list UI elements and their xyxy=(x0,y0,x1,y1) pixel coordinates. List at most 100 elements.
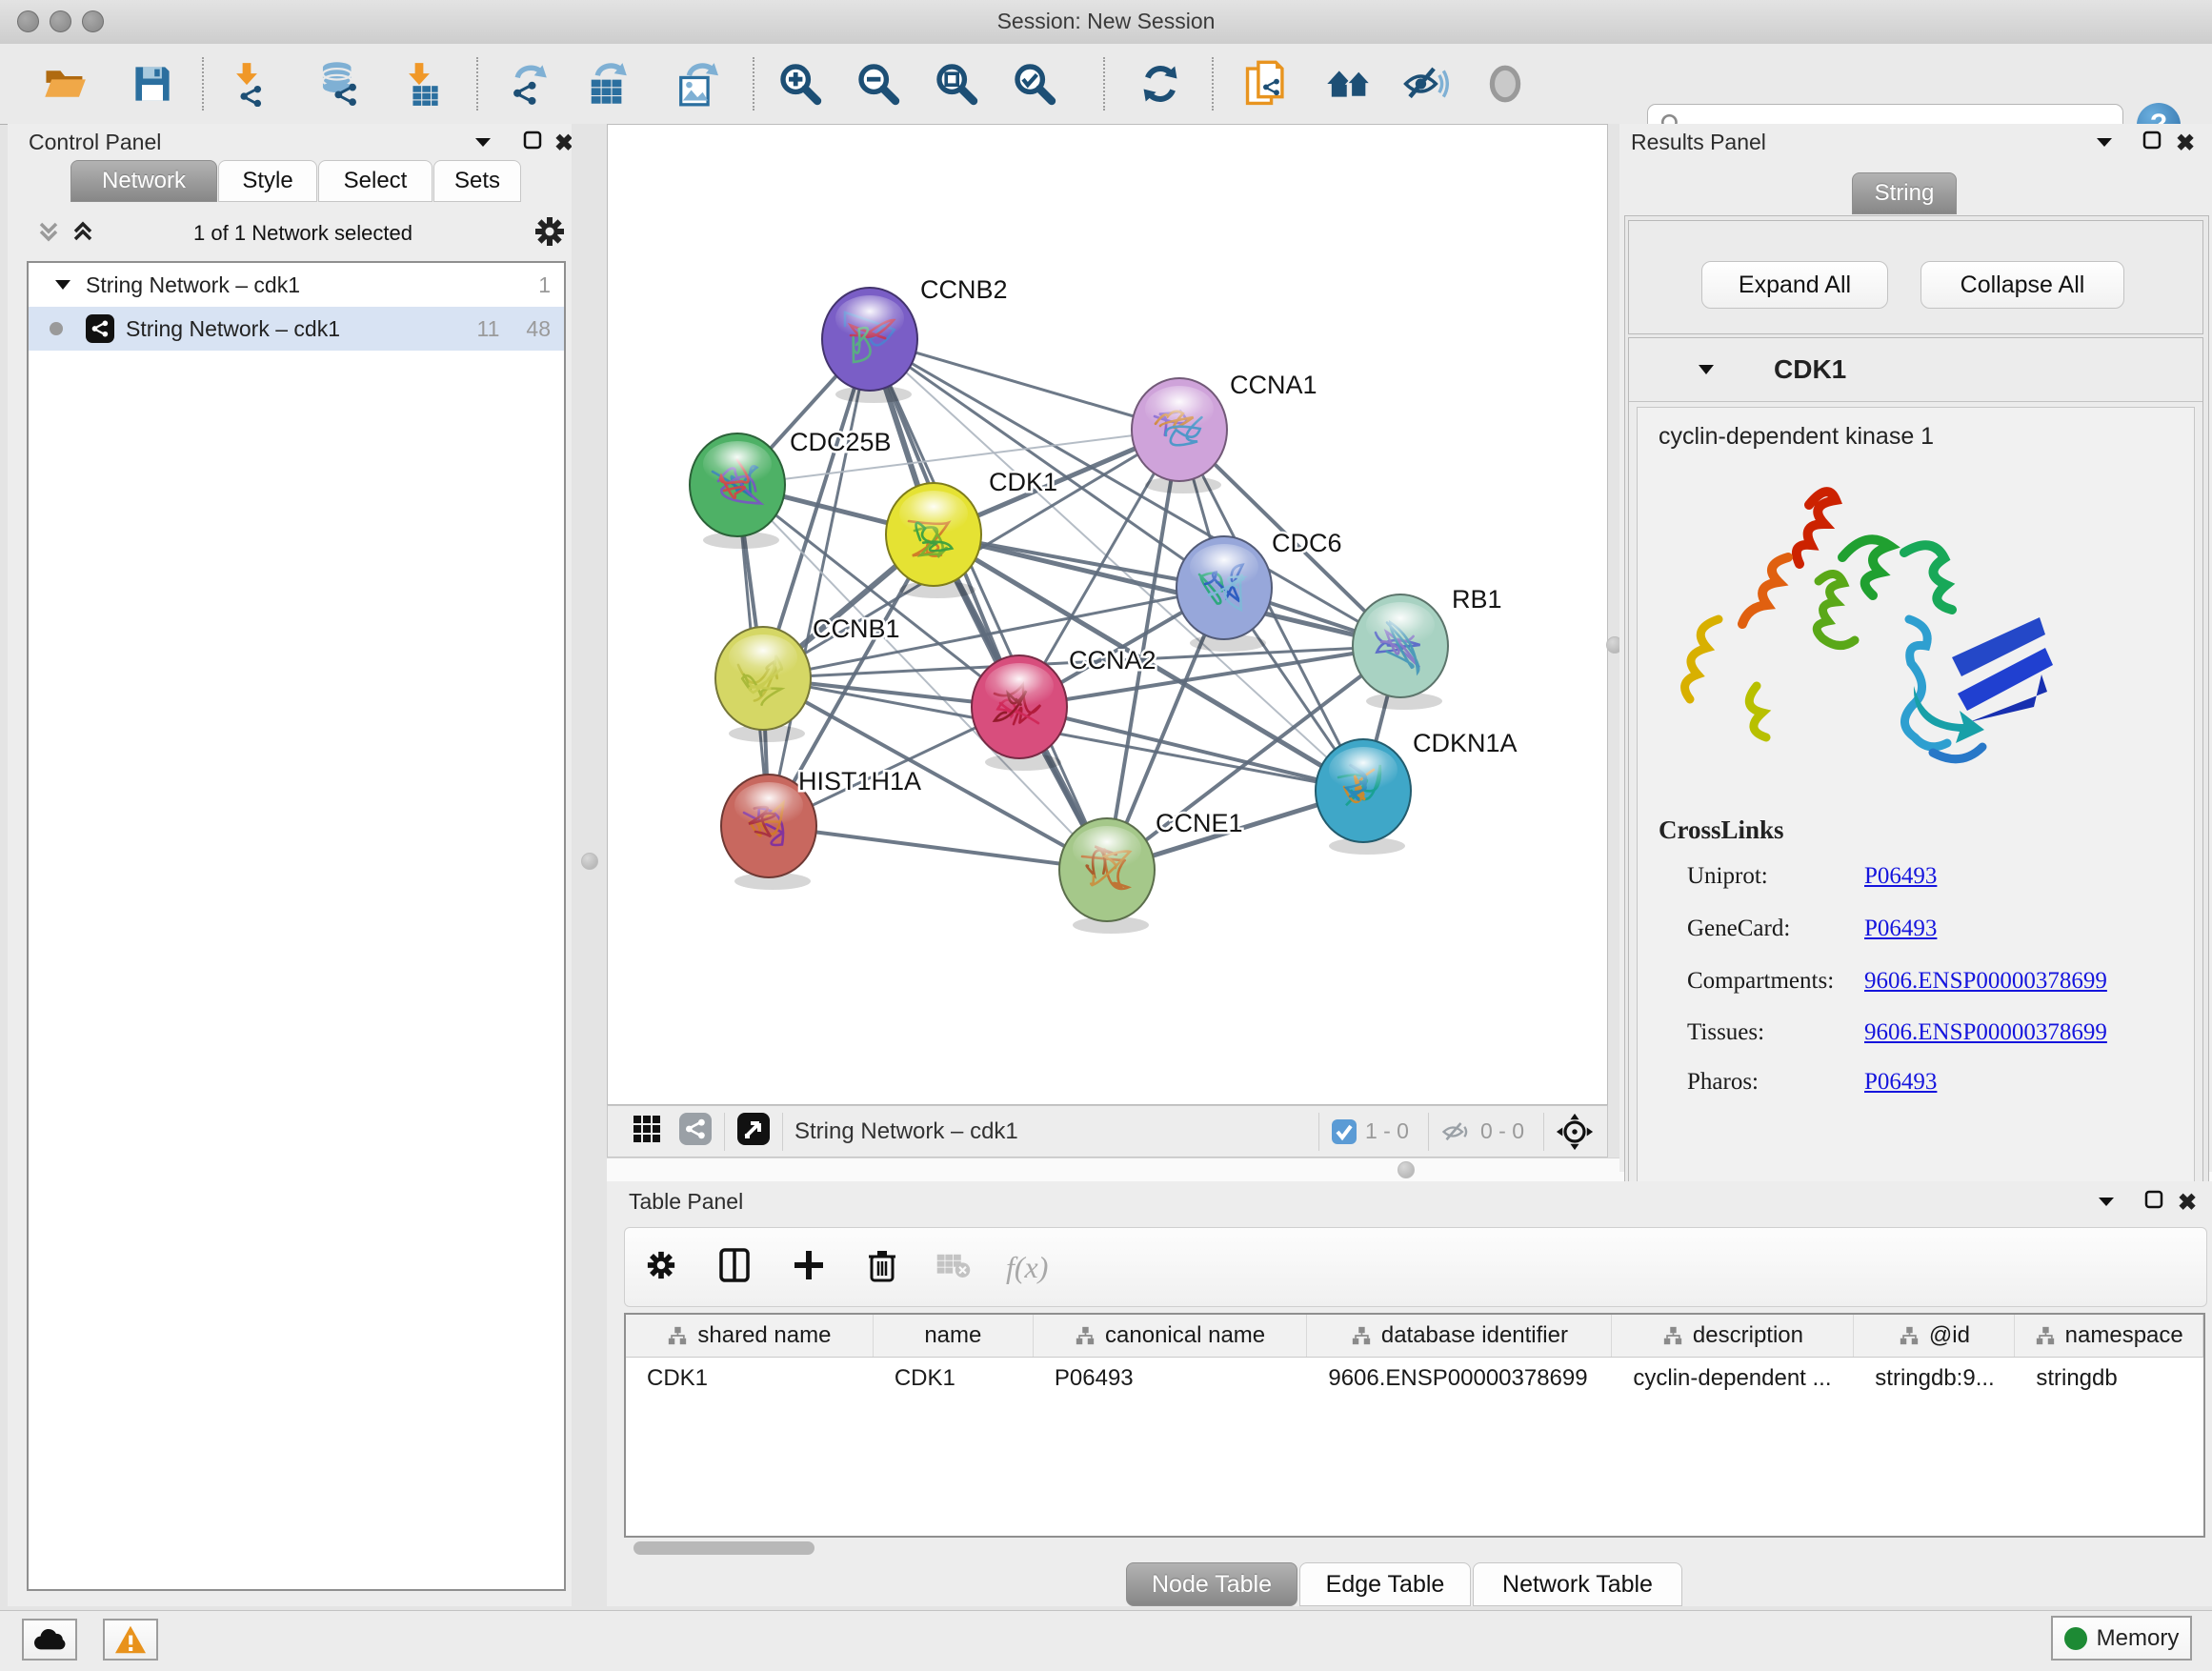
show-columns-button[interactable] xyxy=(718,1247,751,1288)
control-panel-undock-button[interactable] xyxy=(522,130,543,155)
network-node-CCNE1[interactable] xyxy=(1059,818,1155,934)
network-row-selected[interactable]: String Network – cdk1 11 48 xyxy=(29,307,564,351)
memory-button[interactable]: Memory xyxy=(2051,1616,2192,1661)
table-panel: Table Panel ✖ xyxy=(607,1181,2212,1606)
crosslink-compartments-link[interactable]: 9606.ENSP00000378699 xyxy=(1864,968,2107,995)
column-header-database-identifier[interactable]: database identifier xyxy=(1307,1315,1612,1357)
network-canvas[interactable]: CCNB2CCNA1CDC25BCDK1CDC6RB1CCNB1CCNA2CDK… xyxy=(608,125,1607,1104)
expand-all-networks-button[interactable] xyxy=(69,217,97,251)
results-panel-float-button[interactable] xyxy=(2094,133,2115,155)
warnings-button[interactable] xyxy=(103,1619,158,1661)
fit-selected-crosshair-button[interactable] xyxy=(1556,1113,1594,1151)
network-node-CDC25B[interactable] xyxy=(690,433,785,549)
export-table-button[interactable] xyxy=(577,53,634,114)
cell-database-identifier[interactable]: 9606.ENSP00000378699 xyxy=(1307,1358,1612,1399)
tab-select[interactable]: Select xyxy=(318,160,432,202)
tab-network[interactable]: Network xyxy=(70,160,217,202)
expand-all-button[interactable]: Expand All xyxy=(1701,261,1888,309)
export-image-icon xyxy=(673,61,718,107)
add-column-button[interactable] xyxy=(793,1249,825,1286)
main-toolbar: ? xyxy=(0,44,2212,125)
tab-node-table[interactable]: Node Table xyxy=(1126,1562,1297,1606)
cell-id[interactable]: stringdb:9... xyxy=(1854,1358,2015,1399)
left-splitter-handle[interactable] xyxy=(581,853,598,870)
horizontal-splitter-handle[interactable] xyxy=(1398,1161,1415,1178)
cell-shared-name[interactable]: CDK1 xyxy=(626,1358,874,1399)
network-node-CCNA2[interactable] xyxy=(972,655,1067,771)
open-session-button[interactable] xyxy=(36,53,93,114)
crosslink-tissues-link[interactable]: 9606.ENSP00000378699 xyxy=(1864,1019,2107,1046)
column-header-id[interactable]: @id xyxy=(1854,1315,2015,1357)
table-row[interactable]: CDK1 CDK1 P06493 9606.ENSP00000378699 cy… xyxy=(626,1358,2203,1399)
network-collection-row[interactable]: String Network – cdk1 1 xyxy=(29,263,564,307)
selected-checkbox-icon[interactable] xyxy=(1331,1118,1357,1145)
cell-canonical-name[interactable]: P06493 xyxy=(1034,1358,1307,1399)
clone-network-button[interactable] xyxy=(1238,53,1296,114)
table-options-gear-button[interactable] xyxy=(646,1250,676,1285)
import-network-from-database-button[interactable] xyxy=(311,53,368,114)
collection-label: String Network – cdk1 xyxy=(86,272,300,298)
table-panel-undock-button[interactable] xyxy=(2143,1189,2164,1215)
zoom-out-button[interactable] xyxy=(850,53,907,114)
zoom-fit-button[interactable] xyxy=(928,53,985,114)
node-result-header[interactable]: CDK1 xyxy=(1629,338,2202,402)
crosslink-genecard-link[interactable]: P06493 xyxy=(1864,916,1937,942)
column-header-shared-name[interactable]: shared name xyxy=(626,1315,874,1357)
column-header-canonical-name[interactable]: canonical name xyxy=(1034,1315,1308,1357)
network-node-CCNB2[interactable] xyxy=(822,288,917,403)
network-share-view-button[interactable] xyxy=(678,1112,713,1151)
import-table-from-file-button[interactable] xyxy=(391,53,448,114)
network-edge-HIST1H1A-CCNE1[interactable] xyxy=(769,826,1107,870)
table-panel-float-button[interactable] xyxy=(2096,1193,2117,1215)
save-session-button[interactable] xyxy=(124,53,181,114)
network-edge-CCNA2-CDKN1A[interactable] xyxy=(1019,707,1363,791)
collapse-arrow-icon[interactable] xyxy=(53,277,72,292)
zoom-out-icon xyxy=(855,61,901,107)
column-header-name[interactable]: name xyxy=(874,1315,1034,1357)
tab-edge-table[interactable]: Edge Table xyxy=(1299,1562,1471,1606)
hide-selected-button[interactable] xyxy=(1397,53,1454,114)
tab-string[interactable]: String xyxy=(1852,172,1957,214)
table-panel-title: Table Panel xyxy=(629,1189,743,1215)
table-horizontal-scrollbar[interactable] xyxy=(633,1541,814,1555)
tab-style[interactable]: Style xyxy=(218,160,317,202)
tab-network-table[interactable]: Network Table xyxy=(1473,1562,1682,1606)
cell-description[interactable]: cyclin-dependent ... xyxy=(1612,1358,1854,1399)
show-graphics-details-button[interactable] xyxy=(1477,53,1534,114)
table-panel-close-button[interactable]: ✖ xyxy=(2178,1189,2197,1217)
results-panel-undock-button[interactable] xyxy=(2142,130,2162,155)
eye-slash-icon xyxy=(1401,60,1449,108)
collapse-arrow-icon[interactable] xyxy=(1696,361,1717,378)
collapse-all-networks-button[interactable] xyxy=(34,217,63,251)
delete-column-button[interactable] xyxy=(867,1248,897,1287)
import-network-from-file-button[interactable] xyxy=(218,53,275,114)
network-node-CCNB1[interactable] xyxy=(715,627,811,742)
network-node-CDKN1A[interactable] xyxy=(1316,739,1411,855)
tab-sets[interactable]: Sets xyxy=(433,160,521,202)
birds-eye-grid-button[interactable] xyxy=(633,1115,661,1148)
warning-icon xyxy=(113,1624,148,1655)
refresh-view-button[interactable] xyxy=(1132,53,1189,114)
cell-namespace[interactable]: stringdb xyxy=(2015,1358,2203,1399)
export-network-button[interactable] xyxy=(497,53,554,114)
open-in-new-window-button[interactable] xyxy=(736,1112,771,1151)
network-options-gear-button[interactable] xyxy=(533,215,566,252)
cloud-status-button[interactable] xyxy=(22,1619,77,1661)
crosslink-uniprot-link[interactable]: P06493 xyxy=(1864,863,1937,890)
network-node-RB1[interactable] xyxy=(1353,594,1448,710)
collapse-all-button[interactable]: Collapse All xyxy=(1920,261,2124,309)
crosslink-pharos-link[interactable]: P06493 xyxy=(1864,1069,1937,1096)
network-node-CCNA1[interactable] xyxy=(1132,378,1227,493)
column-header-description[interactable]: description xyxy=(1612,1315,1854,1357)
export-image-button[interactable] xyxy=(667,53,724,114)
cell-name[interactable]: CDK1 xyxy=(874,1358,1034,1399)
network-edge-CCNB2-HIST1H1A[interactable] xyxy=(769,339,870,826)
control-panel-float-button[interactable] xyxy=(473,133,493,155)
column-header-namespace[interactable]: namespace xyxy=(2015,1315,2203,1357)
results-panel-close-button[interactable]: ✖ xyxy=(2176,130,2195,157)
node-table[interactable]: shared name name canonical name database… xyxy=(624,1313,2205,1538)
zoom-selected-button[interactable] xyxy=(1006,53,1063,114)
home-view-button[interactable] xyxy=(1320,53,1377,114)
zoom-in-button[interactable] xyxy=(772,53,829,114)
crosslink-label: Compartments: xyxy=(1687,968,1834,995)
